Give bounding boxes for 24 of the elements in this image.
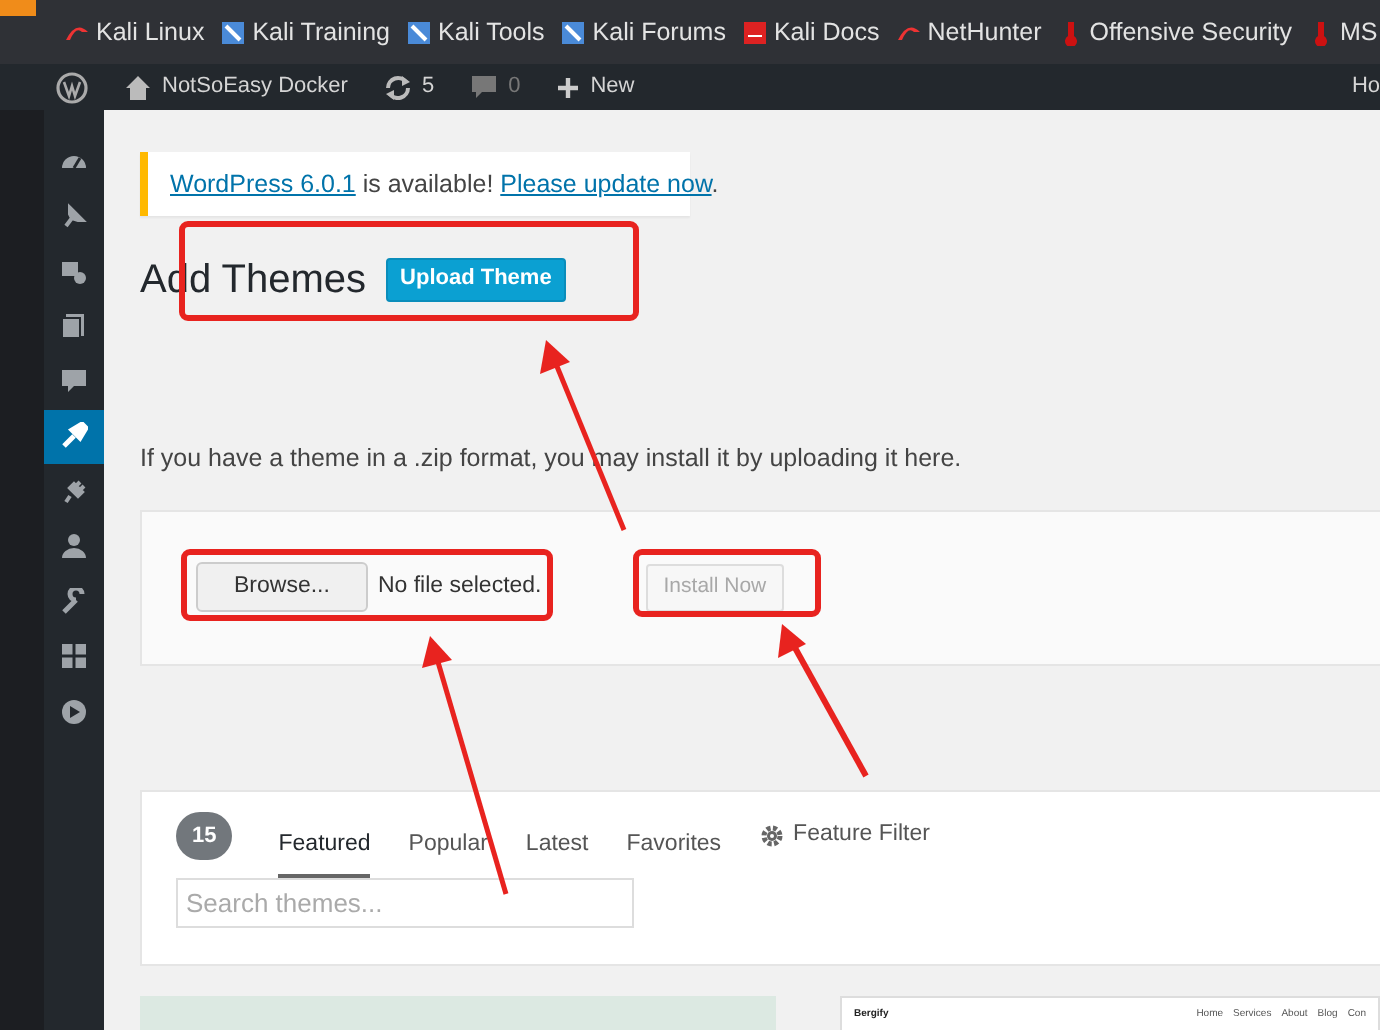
notice-text: is available! (360, 170, 496, 198)
update-count[interactable]: 5 (421, 70, 435, 104)
filter-tab[interactable]: Favorites (626, 819, 722, 880)
filter-tab[interactable]: Popular (408, 819, 488, 880)
version-link[interactable]: WordPress 6.0.1 (170, 170, 356, 198)
bookmark-link[interactable]: Kali Docs (773, 13, 880, 51)
feature-filter-link[interactable]: Feature Filter (793, 818, 930, 853)
notice-text: . (711, 170, 719, 198)
browse-button[interactable]: Browse... (196, 562, 368, 613)
bookmark-link[interactable]: MS (1339, 13, 1378, 51)
bookmark-link[interactable]: Kali Tools (438, 13, 545, 51)
bookmark-link[interactable]: NetHunter (927, 13, 1042, 51)
bookmark-link[interactable]: Offensive Security (1089, 13, 1292, 51)
search-field[interactable]: Search themes... (176, 877, 634, 928)
file-status: No file selected. (377, 572, 542, 603)
bookmark-link[interactable]: Kali Forums (592, 13, 726, 51)
update-link[interactable]: Please update now (500, 170, 712, 198)
site-name-link[interactable]: NotSoEasy Docker (162, 70, 348, 104)
new-link[interactable]: New (590, 70, 635, 104)
bookmark-link[interactable]: Kali Linux (96, 13, 205, 51)
filter-tab[interactable]: Latest (525, 819, 589, 880)
account-link[interactable]: Ho (1351, 70, 1380, 104)
theme-count: 15 (176, 811, 233, 860)
bookmark-link[interactable]: Kali Training (252, 13, 390, 51)
